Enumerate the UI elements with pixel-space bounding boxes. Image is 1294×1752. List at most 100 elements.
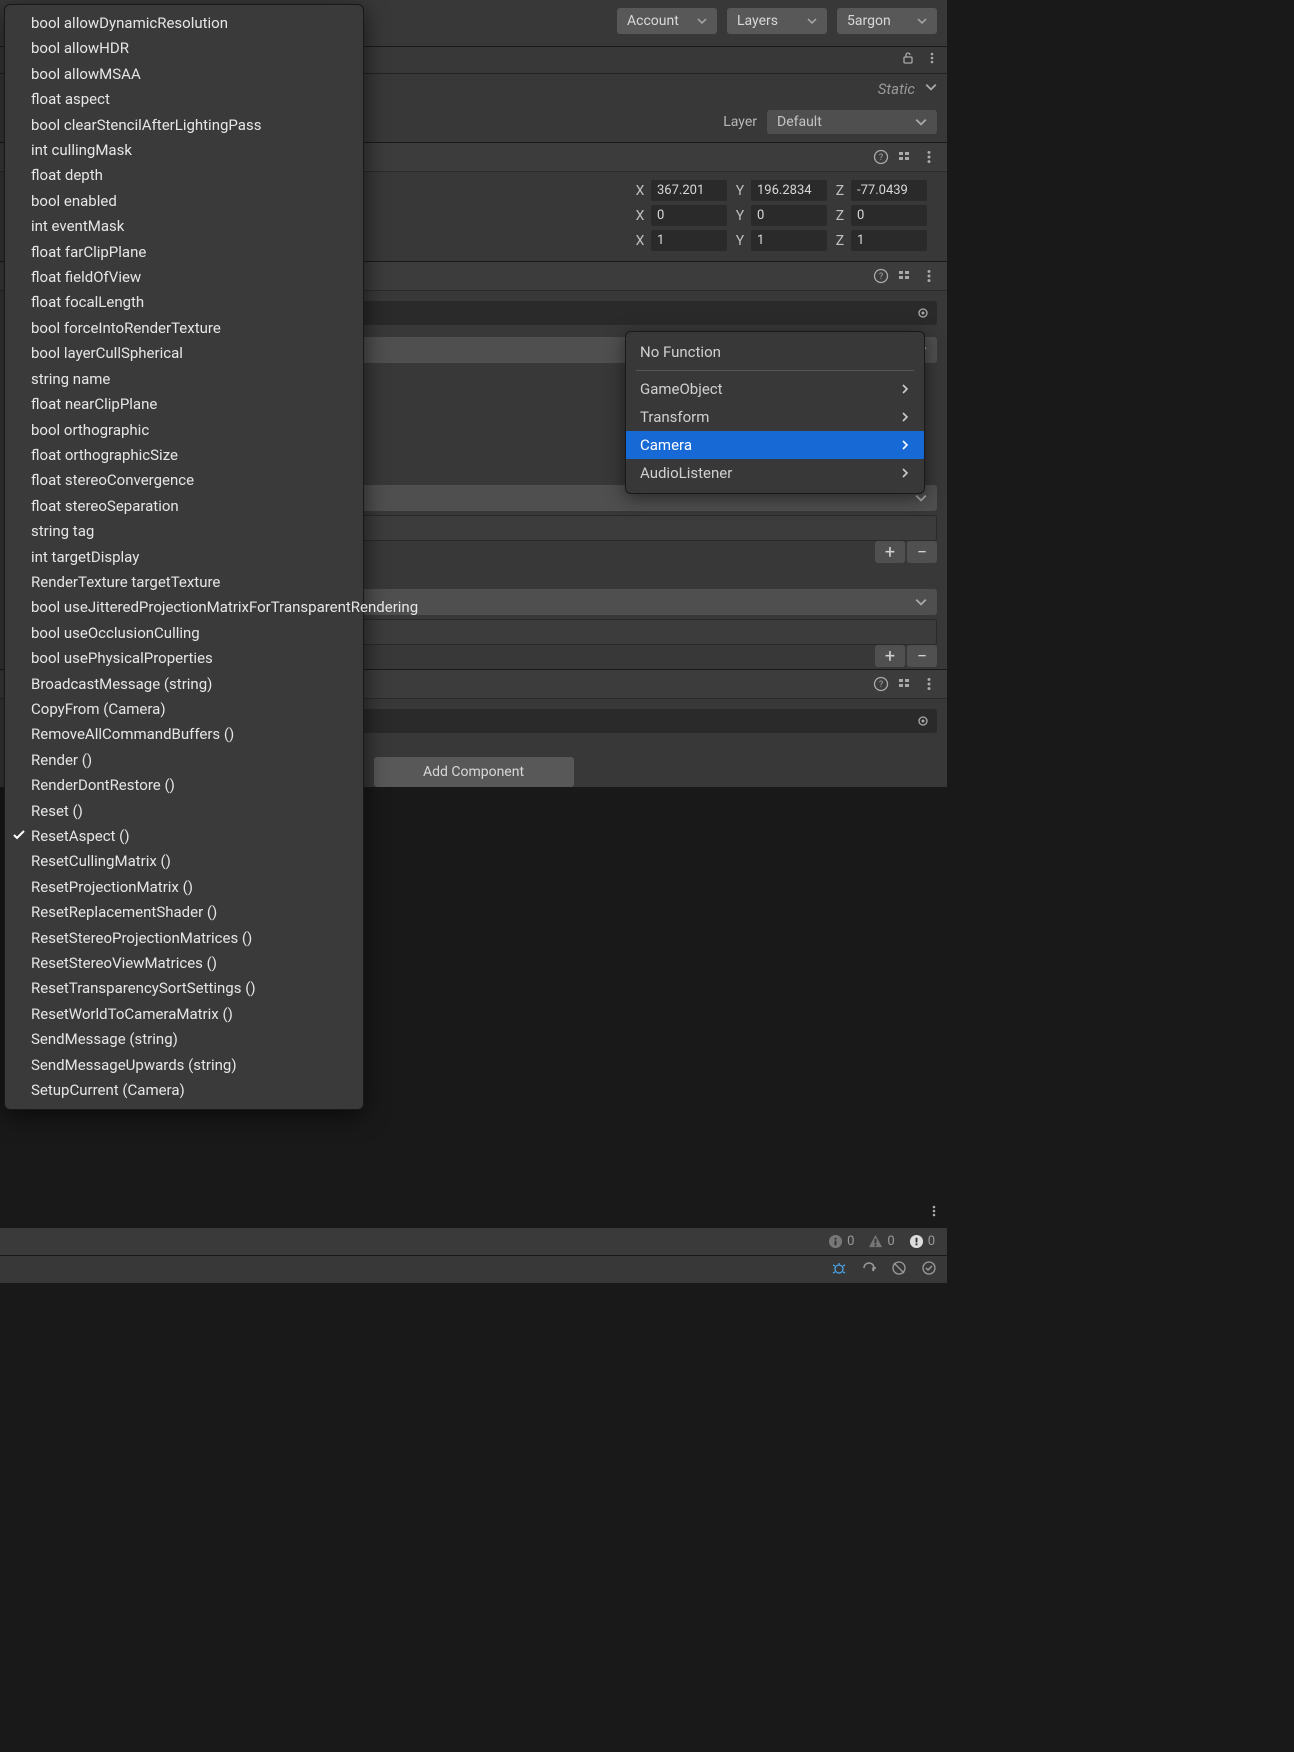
- camera-method-item[interactable]: ResetWorldToCameraMatrix (): [5, 1002, 363, 1027]
- rot-y[interactable]: 0: [751, 205, 827, 226]
- camera-method-item[interactable]: ResetAspect (): [5, 824, 363, 849]
- remove-event-button[interactable]: −: [907, 645, 937, 667]
- camera-method-label: bool enabled: [31, 192, 117, 210]
- camera-method-item[interactable]: RenderDontRestore (): [5, 773, 363, 798]
- scale-z[interactable]: 1: [851, 230, 927, 251]
- camera-method-label: ResetReplacementShader (): [31, 903, 217, 921]
- camera-method-item[interactable]: bool allowDynamicResolution: [5, 11, 363, 36]
- caret-down-icon: [697, 16, 707, 26]
- static-badge: Static: [878, 80, 915, 98]
- camera-method-item[interactable]: bool allowMSAA: [5, 62, 363, 87]
- camera-method-item[interactable]: float nearClipPlane: [5, 392, 363, 417]
- help-icon[interactable]: ?: [873, 268, 889, 284]
- kebab-icon[interactable]: [927, 1204, 941, 1222]
- add-component-button[interactable]: Add Component: [374, 757, 574, 787]
- camera-method-item[interactable]: ResetStereoProjectionMatrices (): [5, 926, 363, 951]
- camera-method-item[interactable]: CopyFrom (Camera): [5, 697, 363, 722]
- camera-method-item[interactable]: ResetStereoViewMatrices (): [5, 951, 363, 976]
- camera-method-item[interactable]: float farClipPlane: [5, 240, 363, 265]
- lock-icon[interactable]: [901, 51, 915, 69]
- camera-method-item[interactable]: bool useJitteredProjectionMatrixForTrans…: [5, 595, 363, 620]
- camera-method-label: ResetProjectionMatrix (): [31, 878, 193, 896]
- pos-z[interactable]: -77.0439: [851, 180, 927, 201]
- menu-item-audiolistener[interactable]: AudioListener: [626, 459, 924, 487]
- camera-method-item[interactable]: bool useOcclusionCulling: [5, 621, 363, 646]
- globe-disabled-icon[interactable]: [891, 1260, 907, 1280]
- camera-method-item[interactable]: ResetCullingMatrix (): [5, 849, 363, 874]
- preset-icon[interactable]: [897, 149, 913, 165]
- camera-method-item[interactable]: float fieldOfView: [5, 265, 363, 290]
- rot-x[interactable]: 0: [651, 205, 727, 226]
- camera-method-item[interactable]: RemoveAllCommandBuffers (): [5, 722, 363, 747]
- camera-method-item[interactable]: string tag: [5, 519, 363, 544]
- camera-method-item[interactable]: float orthographicSize: [5, 443, 363, 468]
- camera-method-item[interactable]: SendMessageUpwards (string): [5, 1053, 363, 1078]
- menu-item-gameobject[interactable]: GameObject: [626, 375, 924, 403]
- camera-method-label: int eventMask: [31, 217, 124, 235]
- camera-method-item[interactable]: ResetTransparencySortSettings (): [5, 976, 363, 1001]
- camera-method-item[interactable]: float stereoSeparation: [5, 494, 363, 519]
- scale-y[interactable]: 1: [751, 230, 827, 251]
- camera-method-item[interactable]: RenderTexture targetTexture: [5, 570, 363, 595]
- object-picker-icon[interactable]: [917, 307, 929, 319]
- layer-dropdown[interactable]: Default: [767, 110, 937, 134]
- camera-method-item[interactable]: int eventMask: [5, 214, 363, 239]
- camera-method-item[interactable]: Render (): [5, 748, 363, 773]
- info-count[interactable]: 0: [822, 1232, 860, 1251]
- camera-method-item[interactable]: bool enabled: [5, 189, 363, 214]
- caret-down-icon[interactable]: [925, 81, 937, 97]
- add-event-button[interactable]: +: [875, 541, 905, 563]
- preset-icon[interactable]: [897, 268, 913, 284]
- camera-method-item[interactable]: float stereoConvergence: [5, 468, 363, 493]
- pos-y[interactable]: 196.2834: [751, 180, 827, 201]
- add-event-button[interactable]: +: [875, 645, 905, 667]
- camera-method-item[interactable]: bool layerCullSpherical: [5, 341, 363, 366]
- menu-item-transform[interactable]: Transform: [626, 403, 924, 431]
- caret-down-icon: [915, 596, 927, 608]
- autorefresh-icon[interactable]: [861, 1260, 877, 1280]
- layers-dropdown[interactable]: Layers: [727, 8, 827, 34]
- camera-method-item[interactable]: bool usePhysicalProperties: [5, 646, 363, 671]
- camera-method-item[interactable]: SetupCurrent (Camera): [5, 1078, 363, 1103]
- camera-method-item[interactable]: ResetReplacementShader (): [5, 900, 363, 925]
- remove-event-button[interactable]: −: [907, 541, 937, 563]
- camera-method-item[interactable]: float depth: [5, 163, 363, 188]
- menu-item-no-function[interactable]: No Function: [626, 338, 924, 366]
- camera-method-label: SendMessage (string): [31, 1030, 178, 1048]
- camera-method-item[interactable]: BroadcastMessage (string): [5, 672, 363, 697]
- camera-method-item[interactable]: SendMessage (string): [5, 1027, 363, 1052]
- camera-method-item[interactable]: float focalLength: [5, 290, 363, 315]
- kebab-icon[interactable]: [921, 149, 937, 165]
- account-dropdown[interactable]: Account: [617, 8, 717, 34]
- camera-method-label: float farClipPlane: [31, 243, 146, 261]
- kebab-icon[interactable]: [921, 676, 937, 692]
- object-picker-icon[interactable]: [917, 715, 929, 727]
- camera-method-item[interactable]: bool forceIntoRenderTexture: [5, 316, 363, 341]
- camera-method-label: SetupCurrent (Camera): [31, 1081, 185, 1099]
- menu-item-camera[interactable]: Camera: [626, 431, 924, 459]
- help-icon[interactable]: ?: [873, 676, 889, 692]
- camera-method-item[interactable]: bool orthographic: [5, 418, 363, 443]
- layout-dropdown[interactable]: 5argon: [837, 8, 937, 34]
- camera-method-item[interactable]: float aspect: [5, 87, 363, 112]
- camera-method-item[interactable]: ResetProjectionMatrix (): [5, 875, 363, 900]
- check-circle-icon[interactable]: [921, 1260, 937, 1280]
- camera-method-item[interactable]: string name: [5, 367, 363, 392]
- camera-method-item[interactable]: int targetDisplay: [5, 545, 363, 570]
- warn-count[interactable]: 0: [862, 1232, 900, 1251]
- caret-down-icon: [807, 16, 817, 26]
- camera-method-item[interactable]: int cullingMask: [5, 138, 363, 163]
- chevron-right-icon: [900, 468, 910, 478]
- camera-method-item[interactable]: bool allowHDR: [5, 36, 363, 61]
- camera-method-item[interactable]: Reset (): [5, 799, 363, 824]
- camera-method-item[interactable]: bool clearStencilAfterLightingPass: [5, 113, 363, 138]
- pos-x[interactable]: 367.201: [651, 180, 727, 201]
- help-icon[interactable]: ?: [873, 149, 889, 165]
- scale-x[interactable]: 1: [651, 230, 727, 251]
- kebab-icon[interactable]: [925, 51, 939, 69]
- kebab-icon[interactable]: [921, 268, 937, 284]
- rot-z[interactable]: 0: [851, 205, 927, 226]
- bug-icon[interactable]: [831, 1260, 847, 1280]
- error-count[interactable]: 0: [903, 1232, 941, 1251]
- preset-icon[interactable]: [897, 676, 913, 692]
